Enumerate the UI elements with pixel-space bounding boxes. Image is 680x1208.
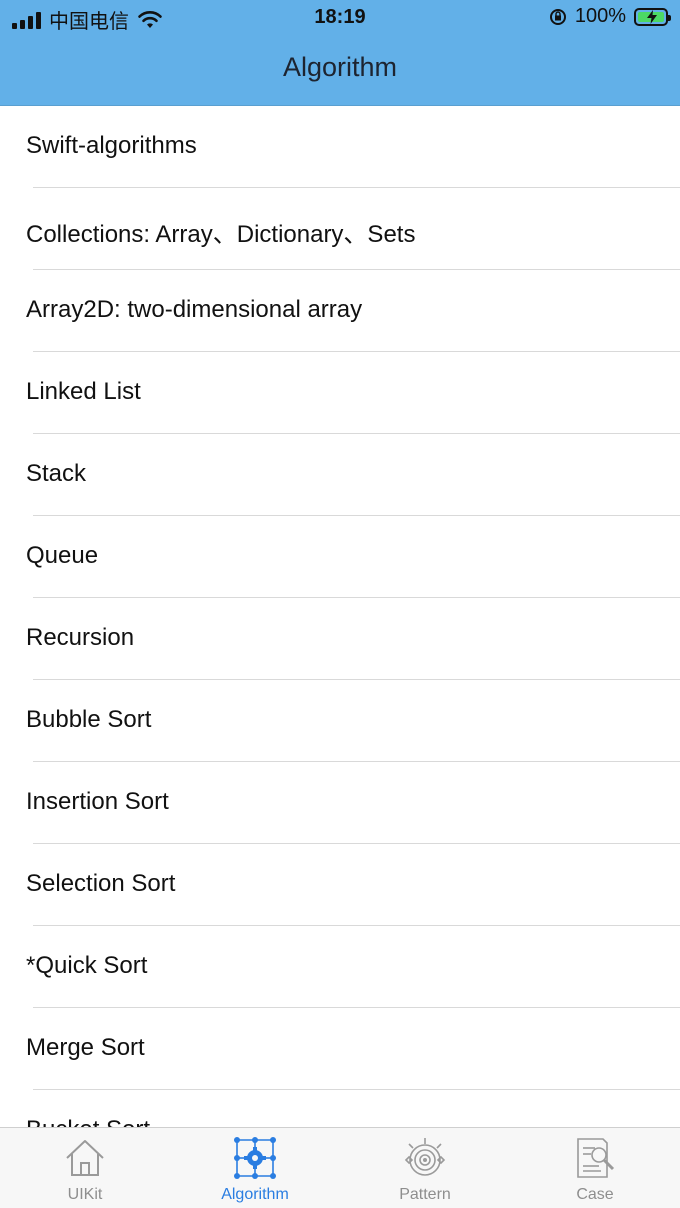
- battery-percent: 100%: [574, 5, 626, 27]
- list-item-label: Recursion: [26, 624, 135, 651]
- list-item-label: Swift-algorithms: [26, 132, 197, 159]
- list-item[interactable]: *Quick Sort: [0, 926, 680, 1008]
- list-item-label: Bubble Sort: [26, 706, 152, 733]
- list-item-label: Insertion Sort: [26, 788, 169, 815]
- battery-icon: [634, 7, 671, 26]
- list-item-label: Queue: [26, 542, 99, 569]
- list-item-label: Merge Sort: [26, 1034, 145, 1061]
- list-item-label: Selection Sort: [26, 870, 176, 897]
- charging-bolt-icon: [647, 9, 657, 24]
- navigation-header: 中国电信 18:19 100% Algorithm: [0, 0, 680, 106]
- list-item-label: Collections: Array、Dictionary、Sets: [26, 221, 416, 248]
- list-item[interactable]: Bucket Sort: [0, 1090, 680, 1128]
- list-item-label: Array2D: two-dimensional array: [26, 296, 363, 323]
- tab-pattern[interactable]: Pattern: [340, 1128, 510, 1208]
- list-item[interactable]: Selection Sort: [0, 844, 680, 926]
- status-bar: 中国电信 18:19 100%: [0, 0, 680, 36]
- list-item[interactable]: Merge Sort: [0, 1008, 680, 1090]
- tab-label: UIKit: [67, 1186, 103, 1203]
- list-item[interactable]: Insertion Sort: [0, 762, 680, 844]
- algorithm-list: Swift-algorithms Collections: Array、Dicti…: [0, 106, 680, 1128]
- tab-algorithm[interactable]: Algorithm: [170, 1128, 340, 1208]
- list-item[interactable]: Recursion: [0, 598, 680, 680]
- list-item[interactable]: Queue: [0, 516, 680, 598]
- list-item[interactable]: Array2D: two-dimensional array: [0, 270, 680, 352]
- target-icon: [404, 1138, 446, 1176]
- list-item-label: Linked List: [26, 378, 141, 405]
- app-screen: 中国电信 18:19 100% Algorithm Swift-algorith…: [0, 0, 680, 1208]
- status-right: 100%: [549, 5, 671, 28]
- tab-case[interactable]: Case: [510, 1128, 680, 1208]
- list-item[interactable]: Bubble Sort: [0, 680, 680, 762]
- document-search-icon: [577, 1138, 615, 1178]
- tab-bar: UIKit Algorithm Pattern Case: [0, 1127, 680, 1208]
- list-item-label: *Quick Sort: [26, 952, 148, 979]
- tab-label: Pattern: [399, 1186, 451, 1203]
- list-item[interactable]: Stack: [0, 434, 680, 516]
- tab-label: Case: [576, 1186, 614, 1203]
- house-icon: [66, 1140, 104, 1176]
- page-title: Algorithm: [282, 52, 398, 82]
- tab-uikit[interactable]: UIKit: [0, 1128, 170, 1208]
- network-gear-icon: [234, 1137, 276, 1179]
- list-item[interactable]: Collections: Array、Dictionary、Sets: [0, 188, 680, 270]
- list-item-label: Stack: [26, 460, 87, 487]
- list-item[interactable]: Linked List: [0, 352, 680, 434]
- tab-label: Algorithm: [221, 1186, 289, 1203]
- orientation-lock-icon: [549, 8, 566, 25]
- list-item[interactable]: Swift-algorithms: [0, 106, 680, 188]
